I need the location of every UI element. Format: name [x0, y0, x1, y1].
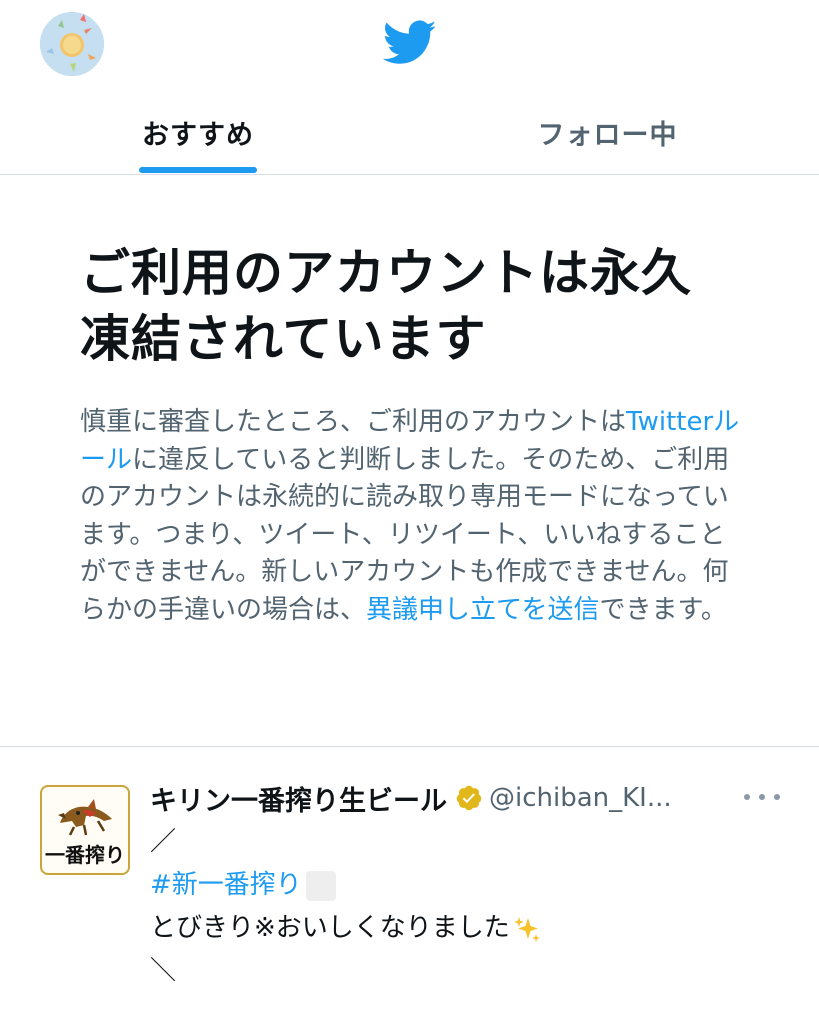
tweet-line-4: ＼	[150, 956, 177, 986]
active-tab-indicator	[139, 167, 257, 173]
notice-title: ご利用のアカウントは永久凍結されています	[80, 244, 692, 368]
notice-body-suffix: できます。	[599, 594, 727, 625]
tweet-author-avatar[interactable]: 一番搾り	[40, 785, 130, 875]
tweet-line-3-text: とびきり※おいしくなりました	[150, 913, 510, 943]
sparkles-emoji-icon	[513, 916, 540, 942]
verified-badge-icon	[456, 785, 482, 811]
tab-following[interactable]: フォロー中	[505, 90, 710, 174]
tweet-card[interactable]: 一番搾り キリン一番搾り生ビール @ichiban_KI... ／ #新一番搾り…	[0, 747, 819, 1024]
timeline-tabs: おすすめ フォロー中	[0, 90, 819, 175]
appeal-link[interactable]: 異議申し立てを送信	[366, 595, 599, 625]
twitter-bird-icon[interactable]	[383, 20, 437, 66]
tweet-header: キリン一番搾り生ビール @ichiban_KI...	[150, 779, 672, 818]
hashtag-link[interactable]: #新一番搾り	[150, 870, 302, 900]
kirin-logo-icon	[58, 799, 112, 836]
tab-recommended[interactable]: おすすめ	[120, 90, 276, 174]
tweet-text: ／ #新一番搾り とびきり※おいしくなりました ＼	[150, 821, 790, 993]
tweet-line-1: ／	[150, 827, 177, 857]
top-bar	[0, 0, 819, 90]
unrendered-emoji-icon	[305, 870, 336, 901]
tweet-line-3: とびきり※おいしくなりました	[150, 907, 790, 950]
notice-body: 慎重に審査したところ、ご利用のアカウントはTwitterルールに違反していると判…	[80, 404, 740, 629]
sun-avatar-icon	[40, 12, 104, 76]
tweet-line-2: #新一番搾り	[150, 864, 790, 907]
tweet-author-handle[interactable]: @ichiban_KI...	[489, 783, 672, 813]
more-options-icon[interactable]	[744, 785, 780, 809]
notice-body-prefix: 慎重に審査したところ、ご利用のアカウントは	[80, 407, 627, 437]
suspension-notice: ご利用のアカウントは永久凍結されています 慎重に審査したところ、ご利用のアカウン…	[80, 240, 740, 629]
avatar-brand-text: 一番搾り	[45, 843, 125, 867]
tweet-author-name[interactable]: キリン一番搾り生ビール	[150, 779, 447, 818]
user-avatar[interactable]	[40, 12, 104, 76]
